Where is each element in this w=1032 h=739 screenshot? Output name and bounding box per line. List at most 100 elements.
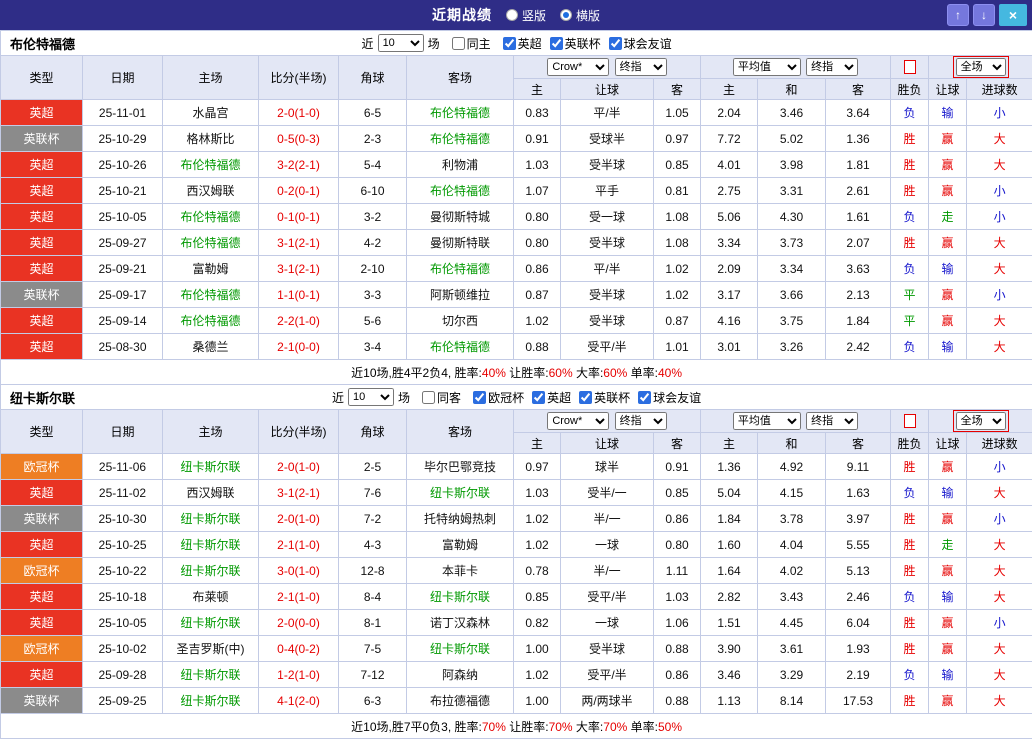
- match-date: 25-10-30: [83, 506, 163, 532]
- same-venue-checkbox[interactable]: [422, 391, 435, 404]
- ah-handicap: 半/一: [561, 506, 654, 532]
- league-checkbox[interactable]: [579, 391, 592, 404]
- home-team: 西汉姆联: [163, 178, 259, 204]
- away-team: 布拉德福德: [407, 688, 514, 714]
- bookmaker-select[interactable]: Crow*: [547, 412, 609, 430]
- eu-draw-odds: 3.34: [758, 256, 826, 282]
- handicap-stage-select[interactable]: 终指: [615, 412, 667, 430]
- score: 2-0(1-0): [259, 506, 339, 532]
- ah-away-odds: 0.97: [654, 126, 701, 152]
- games-label: 场: [428, 35, 440, 52]
- result-wdl: 胜: [891, 506, 929, 532]
- eu-away-odds: 1.84: [826, 308, 891, 334]
- league-filter[interactable]: 球会友谊: [638, 389, 701, 406]
- scope-select[interactable]: 全场: [956, 58, 1006, 76]
- match-count-select[interactable]: 10: [378, 34, 424, 52]
- corners: 5-6: [339, 308, 407, 334]
- scroll-up-button[interactable]: ↑: [947, 4, 969, 26]
- match-count-select[interactable]: 10: [348, 388, 394, 406]
- ah-handicap: 两/两球半: [561, 688, 654, 714]
- match-date: 25-08-30: [83, 334, 163, 360]
- result-goals: 大: [967, 308, 1032, 334]
- euro-avg-select[interactable]: 平均值: [733, 58, 801, 76]
- result-handicap: 赢: [929, 610, 967, 636]
- result-goals: 小: [967, 282, 1032, 308]
- ah-home-odds: 0.80: [514, 230, 561, 256]
- euro-avg-select[interactable]: 平均值: [733, 412, 801, 430]
- col-header-result-goals: 进球数: [967, 433, 1032, 454]
- scope-select[interactable]: 全场: [956, 412, 1006, 430]
- euro-stage-select[interactable]: 终指: [806, 58, 858, 76]
- eu-home-odds: 5.04: [701, 480, 758, 506]
- summary: 近10场,胜7平0负3, 胜率:70% 让胜率:70% 大率:70% 单率:50…: [1, 714, 1032, 739]
- league-checkbox[interactable]: [473, 391, 486, 404]
- result-goals: 小: [967, 100, 1032, 126]
- eu-draw-odds: 3.29: [758, 662, 826, 688]
- match-date: 25-10-05: [83, 610, 163, 636]
- match-date: 25-10-21: [83, 178, 163, 204]
- away-team: 纽卡斯尔联: [407, 480, 514, 506]
- ah-home-odds: 1.02: [514, 662, 561, 688]
- league-checkbox[interactable]: [550, 37, 563, 50]
- league-checkbox[interactable]: [609, 37, 622, 50]
- league-checkbox[interactable]: [532, 391, 545, 404]
- match-date: 25-09-14: [83, 308, 163, 334]
- panel-title: 近期战绩: [432, 5, 492, 25]
- league-checkbox[interactable]: [503, 37, 516, 50]
- ah-handicap: 受半/一: [561, 480, 654, 506]
- close-button[interactable]: ×: [999, 4, 1027, 26]
- col-header-result-goals: 进球数: [967, 79, 1032, 100]
- league-label: 英联杯: [565, 35, 601, 52]
- bookmaker-select[interactable]: Crow*: [547, 58, 609, 76]
- corners: 2-10: [339, 256, 407, 282]
- league-filter[interactable]: 英超: [503, 35, 542, 52]
- summary-row: 近10场,胜7平0负3, 胜率:70% 让胜率:70% 大率:70% 单率:50…: [1, 714, 1032, 739]
- handicap-stage-select[interactable]: 终指: [615, 58, 667, 76]
- away-team: 布伦特福德: [407, 126, 514, 152]
- league-filter[interactable]: 英联杯: [550, 35, 601, 52]
- eu-away-odds: 5.55: [826, 532, 891, 558]
- league-type-badge: 英超: [1, 178, 83, 204]
- away-team: 阿斯顿维拉: [407, 282, 514, 308]
- same-venue-filter[interactable]: 同客: [422, 389, 461, 406]
- result-wdl: 负: [891, 662, 929, 688]
- score: 3-1(2-1): [259, 230, 339, 256]
- corners: 6-3: [339, 688, 407, 714]
- league-filter[interactable]: 欧冠杯: [473, 389, 524, 406]
- euro-stage-select[interactable]: 终指: [806, 412, 858, 430]
- away-team: 曼彻斯特城: [407, 204, 514, 230]
- result-goals: 小: [967, 178, 1032, 204]
- ah-away-odds: 1.08: [654, 204, 701, 230]
- ah-away-odds: 0.86: [654, 506, 701, 532]
- layout-radio-vertical[interactable]: 竖版: [506, 7, 546, 24]
- league-filter[interactable]: 英超: [532, 389, 571, 406]
- away-team: 切尔西: [407, 308, 514, 334]
- league-checkbox[interactable]: [638, 391, 651, 404]
- ah-home-odds: 1.03: [514, 152, 561, 178]
- result-handicap: 赢: [929, 308, 967, 334]
- scroll-down-button[interactable]: ↓: [973, 4, 995, 26]
- result-goals: 大: [967, 126, 1032, 152]
- league-type-badge: 英超: [1, 584, 83, 610]
- result-wdl: 负: [891, 334, 929, 360]
- header-row-selects: 类型 日期 主场 比分(半场) 角球 客场 Crow* 终指 平均值 终指 全场: [1, 56, 1032, 79]
- col-header-home: 主场: [163, 410, 259, 454]
- same-venue-filter[interactable]: 同主: [452, 35, 491, 52]
- layout-radio-horizontal[interactable]: 横版: [560, 7, 600, 24]
- league-filter[interactable]: 球会友谊: [609, 35, 672, 52]
- match-date: 25-11-02: [83, 480, 163, 506]
- home-team: 纽卡斯尔联: [163, 532, 259, 558]
- home-team: 纽卡斯尔联: [163, 454, 259, 480]
- league-type-badge: 英超: [1, 100, 83, 126]
- match-date: 25-11-06: [83, 454, 163, 480]
- corners: 7-5: [339, 636, 407, 662]
- league-type-badge: 英联杯: [1, 282, 83, 308]
- eu-away-odds: 2.42: [826, 334, 891, 360]
- eu-home-odds: 1.13: [701, 688, 758, 714]
- ah-home-odds: 0.97: [514, 454, 561, 480]
- ah-handicap: 受半球: [561, 152, 654, 178]
- team-sections: 布伦特福德 近 10 场 同主 英超 英联杯: [0, 30, 1032, 739]
- ah-home-odds: 1.02: [514, 532, 561, 558]
- league-filter[interactable]: 英联杯: [579, 389, 630, 406]
- same-venue-checkbox[interactable]: [452, 37, 465, 50]
